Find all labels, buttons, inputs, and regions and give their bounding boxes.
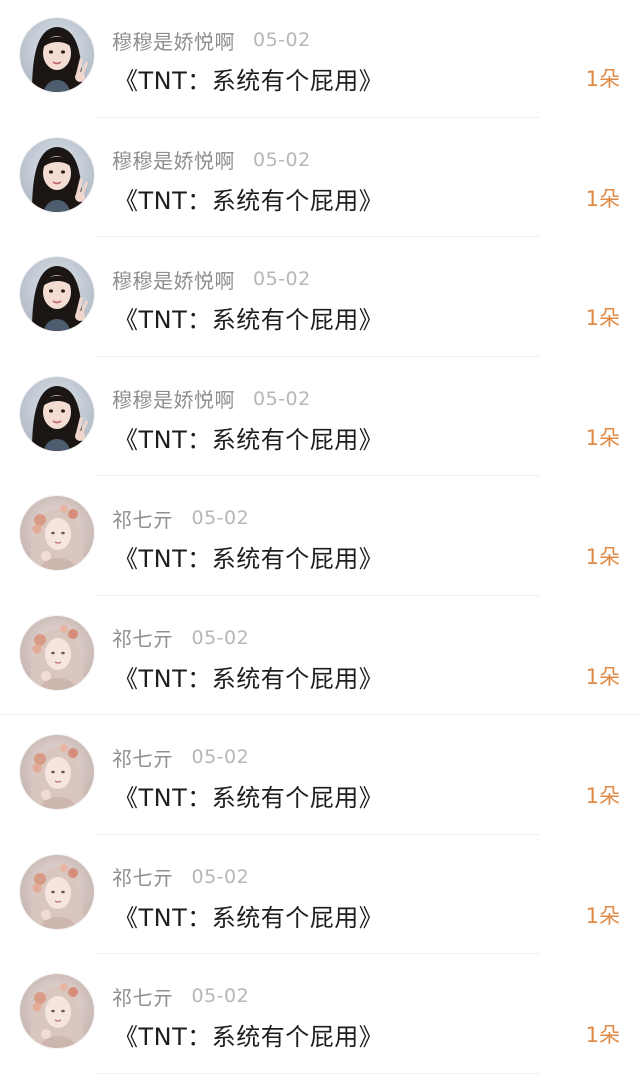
date: 05-02 bbox=[191, 985, 250, 1007]
username[interactable]: 穆穆是娇悦啊 bbox=[112, 26, 235, 55]
divider bbox=[96, 1072, 540, 1074]
username[interactable]: 祁七亓 bbox=[112, 743, 174, 772]
gift-count: 1朵 bbox=[585, 425, 620, 450]
divider bbox=[96, 833, 540, 835]
avatar[interactable] bbox=[20, 735, 94, 809]
date: 05-02 bbox=[253, 148, 311, 171]
item-meta: 穆穆是娇悦啊 05-02 bbox=[112, 385, 311, 413]
list-item[interactable]: 穆穆是娇悦啊 05-02 《TNT：系统有个屁用》 1朵 bbox=[0, 239, 640, 359]
list-item[interactable]: 祁七亓 05-02 《TNT：系统有个屁用》 1朵 bbox=[0, 837, 640, 957]
message-text: 《TNT：系统有个屁用》 bbox=[114, 67, 384, 95]
message-text: 《TNT：系统有个屁用》 bbox=[114, 664, 384, 693]
message-text: 《TNT：系统有个屁用》 bbox=[114, 306, 384, 334]
list-item[interactable]: 祁七亓 05-02 《TNT：系统有个屁用》 1朵 bbox=[0, 598, 640, 718]
item-meta: 祁七亓 05-02 bbox=[112, 743, 249, 771]
item-meta: 祁七亓 05-02 bbox=[112, 504, 249, 532]
list-item[interactable]: 穆穆是娇悦啊 05-02 《TNT：系统有个屁用》 1朵 bbox=[0, 0, 640, 120]
gift-count: 1朵 bbox=[585, 186, 620, 211]
avatar[interactable] bbox=[20, 615, 94, 690]
divider bbox=[96, 355, 540, 357]
avatar[interactable] bbox=[20, 854, 94, 929]
item-meta: 穆穆是娇悦啊 05-02 bbox=[112, 265, 311, 293]
divider bbox=[96, 594, 540, 596]
username[interactable]: 祁七亓 bbox=[112, 504, 174, 533]
list-item[interactable]: 祁七亓 05-02 《TNT：系统有个屁用》 1朵 bbox=[0, 956, 640, 1076]
message-text: 《TNT：系统有个屁用》 bbox=[114, 186, 384, 215]
avatar[interactable] bbox=[20, 137, 94, 212]
gift-count: 1朵 bbox=[585, 903, 620, 928]
date: 05-02 bbox=[191, 865, 250, 888]
divider bbox=[96, 953, 540, 954]
date: 05-02 bbox=[191, 746, 250, 768]
username[interactable]: 祁七亓 bbox=[112, 862, 174, 891]
avatar[interactable] bbox=[20, 376, 94, 451]
divider bbox=[96, 475, 540, 476]
item-meta: 祁七亓 05-02 bbox=[112, 982, 249, 1010]
message-text: 《TNT：系统有个屁用》 bbox=[114, 1023, 384, 1051]
avatar[interactable] bbox=[20, 974, 94, 1048]
message-text: 《TNT：系统有个屁用》 bbox=[114, 545, 384, 573]
username[interactable]: 穆穆是娇悦啊 bbox=[112, 384, 235, 413]
username[interactable]: 祁七亓 bbox=[112, 623, 174, 652]
avatar[interactable] bbox=[20, 496, 94, 570]
message-text: 《TNT：系统有个屁用》 bbox=[114, 425, 384, 454]
username[interactable]: 穆穆是娇悦啊 bbox=[112, 265, 235, 294]
avatar[interactable] bbox=[20, 18, 94, 92]
date: 05-02 bbox=[191, 626, 250, 649]
gift-count: 1朵 bbox=[585, 664, 620, 689]
gift-count: 1朵 bbox=[585, 67, 620, 91]
item-meta: 穆穆是娇悦啊 05-02 bbox=[112, 26, 311, 54]
gift-count: 1朵 bbox=[585, 1023, 620, 1047]
message-text: 《TNT：系统有个屁用》 bbox=[114, 784, 384, 812]
list-item[interactable]: 祁七亓 05-02 《TNT：系统有个屁用》 1朵 bbox=[0, 478, 640, 598]
item-meta: 祁七亓 05-02 bbox=[112, 863, 249, 891]
date: 05-02 bbox=[253, 268, 311, 290]
list-item[interactable]: 祁七亓 05-02 《TNT：系统有个屁用》 1朵 bbox=[0, 717, 640, 837]
username[interactable]: 祁七亓 bbox=[112, 982, 174, 1011]
gift-count: 1朵 bbox=[585, 784, 620, 808]
date: 05-02 bbox=[253, 387, 311, 410]
gift-count: 1朵 bbox=[585, 306, 620, 330]
gift-count: 1朵 bbox=[585, 545, 620, 569]
username[interactable]: 穆穆是娇悦啊 bbox=[112, 145, 235, 174]
gift-record-list: 穆穆是娇悦啊 05-02 《TNT：系统有个屁用》 1朵 穆穆是娇悦啊 05-02 《TNT… bbox=[0, 0, 640, 1084]
message-text: 《TNT：系统有个屁用》 bbox=[114, 903, 384, 932]
list-item[interactable]: 穆穆是娇悦啊 05-02 《TNT：系统有个屁用》 1朵 bbox=[0, 359, 640, 479]
divider bbox=[96, 236, 540, 237]
list-item[interactable]: 穆穆是娇悦啊 05-02 《TNT：系统有个屁用》 1朵 bbox=[0, 120, 640, 240]
date: 05-02 bbox=[253, 29, 311, 51]
item-meta: 穆穆是娇悦啊 05-02 bbox=[112, 146, 311, 174]
avatar[interactable] bbox=[20, 257, 94, 331]
divider bbox=[96, 116, 540, 118]
date: 05-02 bbox=[191, 507, 250, 529]
item-meta: 祁七亓 05-02 bbox=[112, 624, 249, 652]
divider bbox=[0, 714, 640, 715]
